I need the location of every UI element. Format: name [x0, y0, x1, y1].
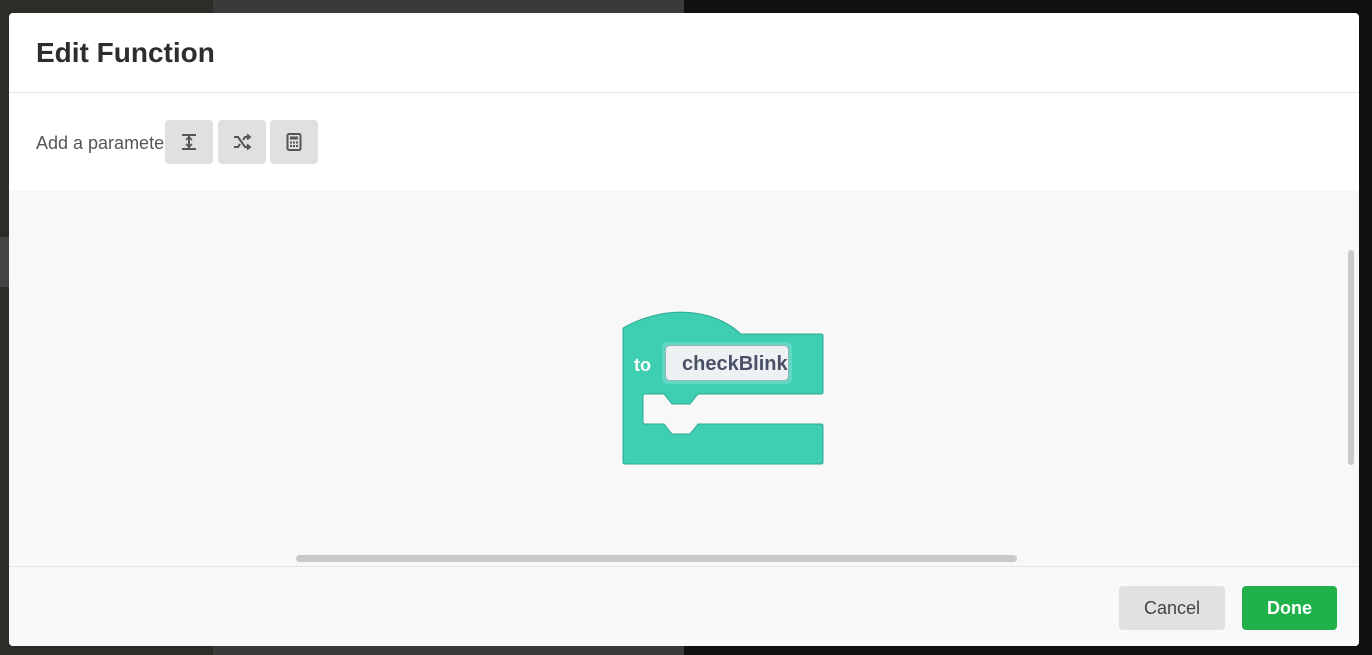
done-button[interactable]: Done	[1242, 586, 1337, 630]
dialog-footer: Cancel Done	[9, 566, 1359, 646]
function-name-field[interactable]: checkBlink	[662, 342, 792, 384]
block-workspace[interactable]: to checkBlink	[9, 191, 1359, 566]
text-parameter-icon	[182, 134, 196, 150]
boolean-parameter-icon	[234, 133, 252, 151]
add-boolean-parameter-button[interactable]	[218, 120, 266, 164]
vertical-scrollbar[interactable]	[1348, 250, 1354, 465]
function-definition-block[interactable]	[621, 311, 826, 466]
add-parameter-label: Add a parameter	[36, 133, 171, 153]
horizontal-scrollbar[interactable]	[296, 555, 1017, 562]
parameter-toolbar: Add a parameter	[9, 93, 1359, 191]
add-text-parameter-button[interactable]	[165, 120, 213, 164]
dialog-header: Edit Function	[9, 13, 1359, 93]
block-keyword: to	[634, 355, 651, 375]
edit-function-dialog: Edit Function Add a parameter to checkBl…	[9, 13, 1359, 646]
function-name-text[interactable]: checkBlink	[665, 345, 789, 381]
number-parameter-icon	[286, 133, 302, 151]
cancel-button[interactable]: Cancel	[1119, 586, 1225, 630]
add-number-parameter-button[interactable]	[270, 120, 318, 164]
dialog-title: Edit Function	[36, 37, 215, 68]
